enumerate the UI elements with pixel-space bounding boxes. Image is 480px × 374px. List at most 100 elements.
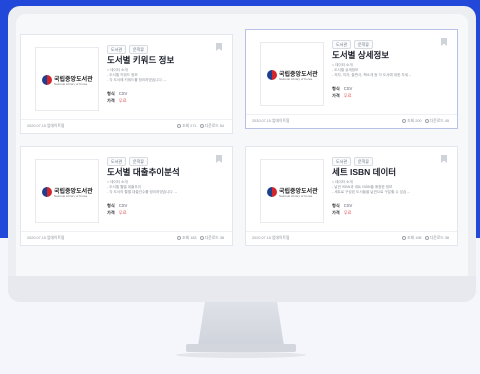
taegeuk-logo-icon [267,187,277,197]
download-count: 다운로드 54 [204,124,224,128]
view-count: 조회 198 [407,236,422,240]
format-value: CSV [118,91,128,96]
download-icon [199,124,204,128]
tag[interactable]: 문학류 [354,157,374,166]
card-stats: 조회 200 다운로드 45 [402,119,449,124]
price-value: 무료 [118,98,127,103]
person-icon [402,119,407,123]
price-label: 가격 [107,210,115,215]
bookmark-icon[interactable] [216,43,222,51]
monitor-shadow [176,352,306,358]
card-title[interactable]: 도서별 키워드 정보 [107,54,174,66]
card-description: = 데이터 소개 - 도서별 월별 대출추이 - 각 도서의 월별 대출건수를 … [107,180,227,195]
publisher-logo: 국립중앙도서관 National Library of Korea [260,159,324,223]
download-icon [424,236,429,240]
tag-list: 도서관 문학류 [107,157,149,166]
monitor-screen: 국립중앙도서관 National Library of Korea 도서관 문학… [16,14,468,276]
bookmark-icon[interactable] [441,38,447,46]
card-title[interactable]: 세트 ISBN 데이터 [332,166,396,178]
card-description: = 데이터 소개 - 낱권 ISBN과 세트 ISBN을 매칭한 정보 - 세트… [332,180,452,195]
dataset-card[interactable]: 국립중앙도서관 National Library of Korea 도서관 문학… [245,29,458,129]
card-description: = 데이터 소개 - 도서별 상세정보 - 저자, 저자, 출판사, 책소개 등… [332,63,452,78]
desc-line: - 각 도서에 키워드를 정리하였습니다. -- [107,78,167,82]
logo-subtext: National Library of Korea [279,77,313,81]
dataset-card[interactable]: 국립중앙도서관 National Library of Korea 도서관 문학… [20,34,233,134]
bookmark-icon[interactable] [216,155,222,163]
download-count: 다운로드 38 [429,236,449,240]
tag[interactable]: 도서관 [332,157,352,166]
logo-subtext: National Library of Korea [279,194,313,198]
price-value: 무료 [118,210,127,215]
format-row: 형식 CSV [107,91,127,97]
card-description: = 데이터 소개 - 도서별 키워드 정보 - 각 도서에 키워드를 정리하였습… [107,68,227,83]
download-icon [199,236,204,240]
price-row: 가격 무료 [107,210,126,216]
tag[interactable]: 도서관 [107,157,127,166]
desc-line: - 세트로 구성된 도서들을 낱권으로 구분할 수 있습 -- [332,190,410,194]
monitor-stand-base [186,344,296,352]
format-row: 형식 CSV [107,203,127,209]
card-stats: 조회 271 다운로드 54 [177,124,224,129]
tag[interactable]: 도서관 [332,40,352,49]
price-label: 가격 [107,98,115,103]
price-row: 가격 무료 [332,210,351,216]
card-stats: 조회 198 다운로드 38 [402,236,449,241]
tag-list: 도서관 문학류 [107,45,149,54]
logo-subtext: National Library of Korea [54,194,88,198]
download-icon [424,119,429,123]
updated-date: 2020.07.15 업데이트됨 [252,119,290,123]
format-label: 형식 [332,86,340,91]
card-footer: 2020.07.15 업데이트됨 조회 183 다운로드 38 [21,231,232,245]
desc-line: - 각 도서의 월별 대출건수를 정리하였습니다. -- [107,190,178,194]
card-stats: 조회 183 다운로드 38 [177,236,224,241]
format-value: CSV [343,203,353,208]
format-label: 형식 [107,203,115,208]
person-icon [402,236,407,240]
format-value: CSV [118,203,128,208]
publisher-logo: 국립중앙도서관 National Library of Korea [35,159,99,223]
taegeuk-logo-icon [42,75,52,85]
desc-line: - 저자, 저자, 출판사, 책소개 등 각 도서에 대한 자세 -- [332,73,412,77]
card-footer: 2020.07.15 업데이트됨 조회 198 다운로드 38 [246,231,457,245]
price-value: 무료 [343,93,352,98]
card-footer: 2020.07.15 업데이트됨 조회 271 다운로드 54 [21,119,232,133]
card-footer: 2020.07.15 업데이트됨 조회 200 다운로드 45 [246,114,457,128]
tag[interactable]: 문학류 [129,157,149,166]
format-row: 형식 CSV [332,203,352,209]
download-count: 다운로드 38 [204,236,224,240]
dataset-card[interactable]: 국립중앙도서관 National Library of Korea 도서관 문학… [245,146,458,246]
tag[interactable]: 문학류 [354,40,374,49]
tag-list: 도서관 문학류 [332,157,374,166]
price-row: 가격 무료 [332,93,351,99]
price-row: 가격 무료 [107,98,126,104]
download-count: 다운로드 45 [429,119,449,123]
person-icon [177,124,182,128]
person-icon [177,236,182,240]
taegeuk-logo-icon [42,187,52,197]
monitor-stand-neck [198,302,284,346]
format-row: 형식 CSV [332,86,352,92]
format-label: 형식 [107,91,115,96]
view-count: 조회 183 [182,236,197,240]
format-label: 형식 [332,203,340,208]
tag-list: 도서관 문학류 [332,40,374,49]
card-title[interactable]: 도서별 대출추이분석 [107,166,180,178]
updated-date: 2020.07.15 업데이트됨 [27,236,65,240]
view-count: 조회 271 [182,124,197,128]
logo-subtext: National Library of Korea [54,82,88,86]
tag[interactable]: 문학류 [129,45,149,54]
monitor-bezel [8,276,476,302]
updated-date: 2020.07.15 업데이트됨 [252,236,290,240]
view-count: 조회 200 [407,119,422,123]
publisher-logo: 국립중앙도서관 National Library of Korea [35,47,99,111]
dataset-card[interactable]: 국립중앙도서관 National Library of Korea 도서관 문학… [20,146,233,246]
price-label: 가격 [332,93,340,98]
price-value: 무료 [343,210,352,215]
updated-date: 2020.07.15 업데이트됨 [27,124,65,128]
tag[interactable]: 도서관 [107,45,127,54]
taegeuk-logo-icon [267,70,277,80]
publisher-logo: 국립중앙도서관 National Library of Korea [260,42,324,106]
card-title[interactable]: 도서별 상세정보 [332,49,389,61]
bookmark-icon[interactable] [441,155,447,163]
format-value: CSV [343,86,353,91]
